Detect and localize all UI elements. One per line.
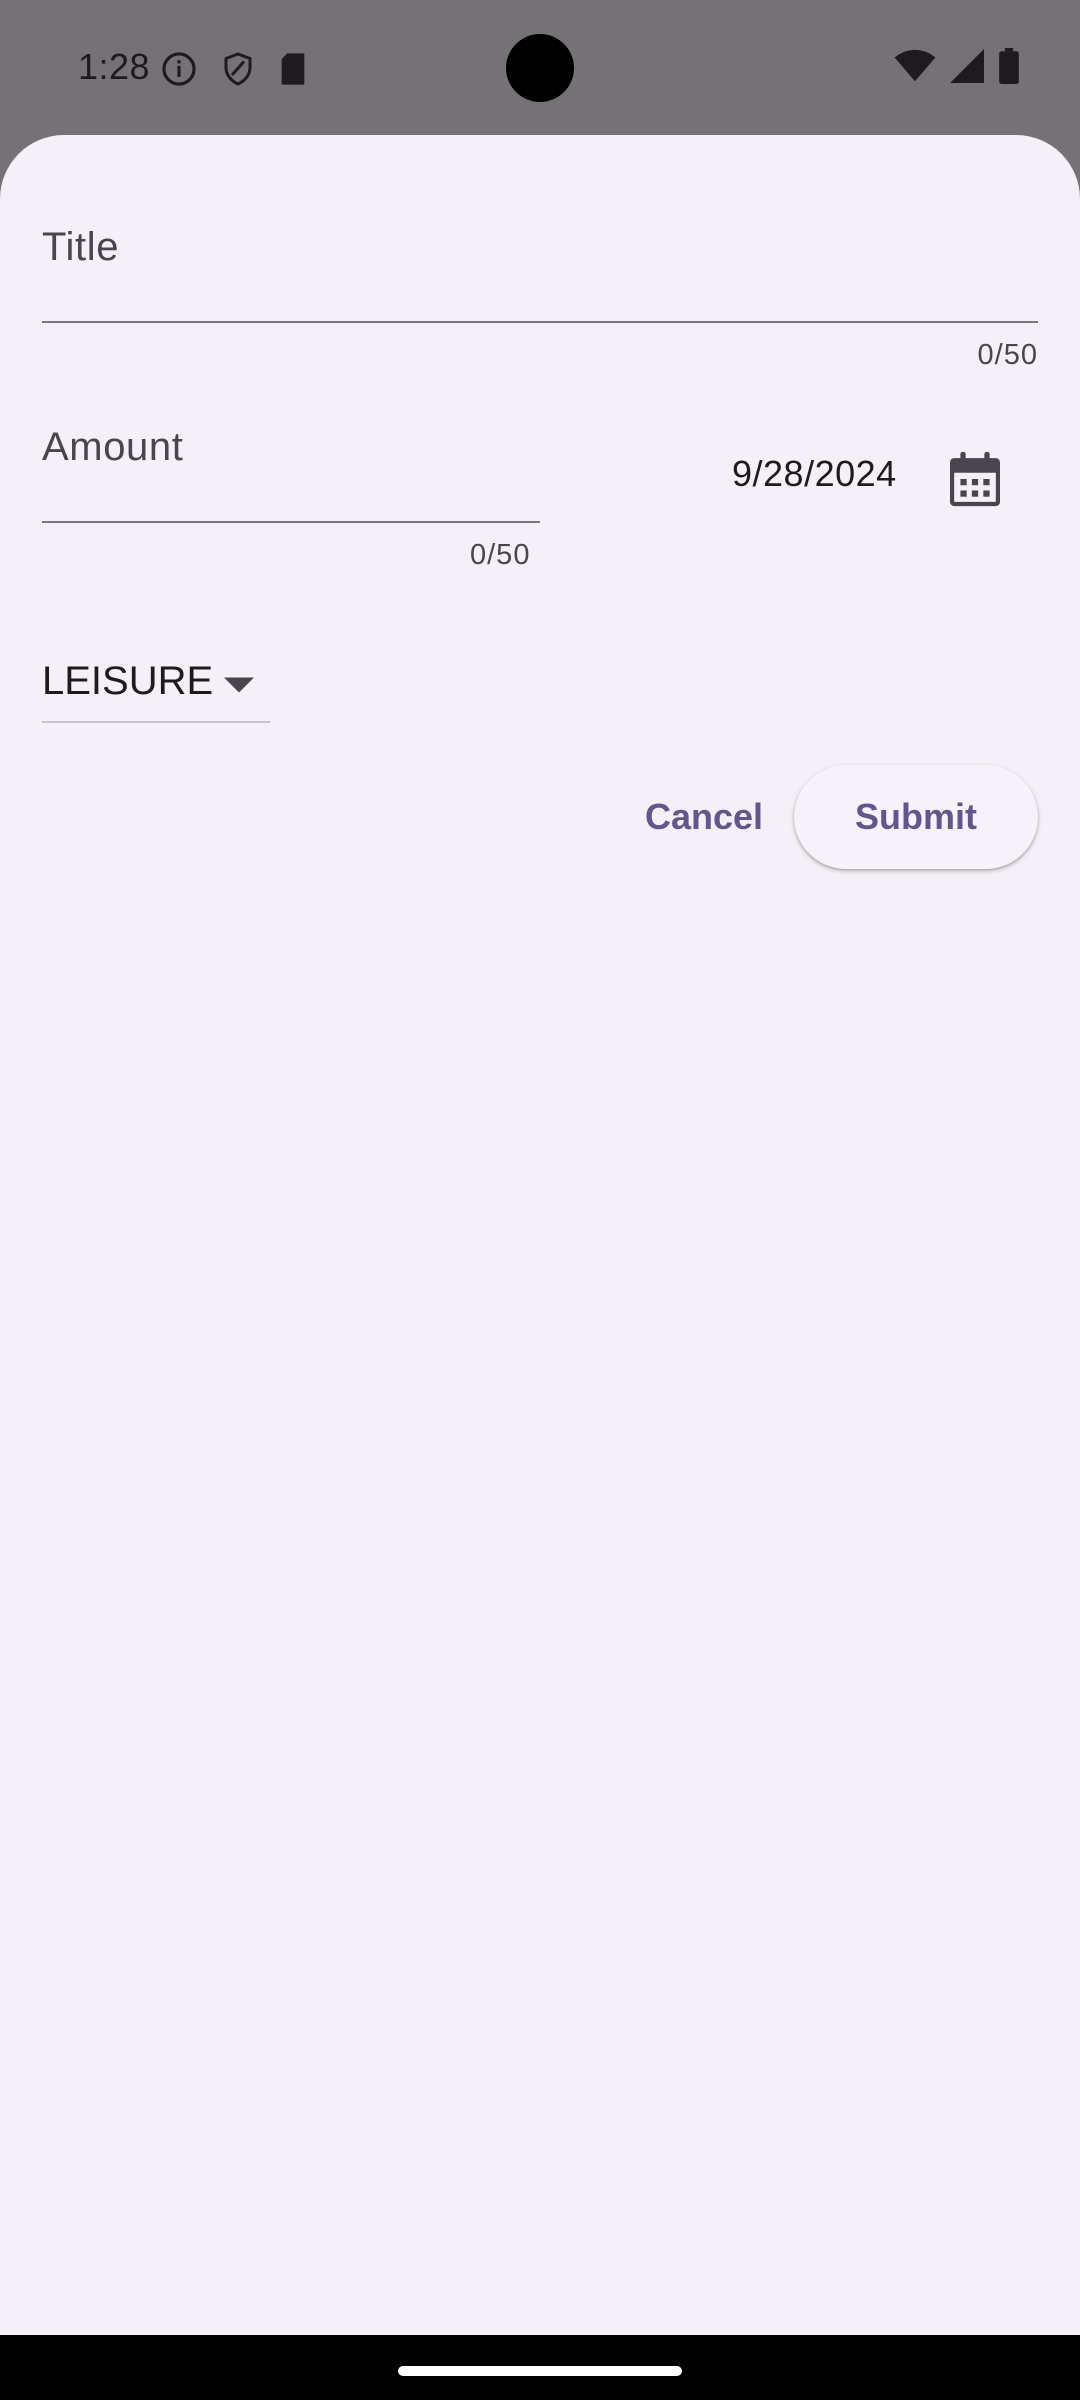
wifi-icon	[894, 49, 936, 88]
battery-icon	[998, 48, 1020, 89]
amount-counter: 0/50	[470, 539, 531, 571]
cancel-button[interactable]: Cancel	[626, 775, 782, 859]
home-handle[interactable]	[398, 2366, 682, 2376]
navigation-bar	[0, 2335, 1080, 2400]
dropdown-arrow-icon	[224, 677, 254, 698]
amount-underline	[42, 521, 540, 523]
shield-icon	[220, 50, 256, 93]
submit-button[interactable]: Submit	[794, 765, 1038, 869]
status-icons-left	[160, 50, 308, 93]
bottom-sheet: Title 0/50 Amount 0/50 9/28/2024 LEISURE	[0, 135, 1080, 2335]
title-counter: 0/50	[977, 339, 1038, 371]
selected-date: 9/28/2024	[732, 453, 897, 494]
title-label: Title	[42, 225, 120, 269]
category-dropdown[interactable]: LEISURE	[42, 635, 270, 723]
info-icon	[160, 50, 198, 93]
status-bar: 1:28	[0, 0, 1080, 135]
dropdown-underline	[42, 721, 270, 723]
status-time: 1:28	[78, 46, 151, 87]
category-selected: LEISURE	[42, 659, 214, 703]
calendar-button[interactable]	[942, 445, 1008, 517]
signal-icon	[950, 49, 984, 88]
title-underline	[42, 321, 1038, 323]
sd-card-icon	[278, 52, 308, 91]
amount-label: Amount	[42, 425, 184, 469]
camera-cutout	[506, 34, 574, 102]
status-icons-right	[894, 48, 1020, 89]
calendar-icon	[950, 451, 1000, 512]
